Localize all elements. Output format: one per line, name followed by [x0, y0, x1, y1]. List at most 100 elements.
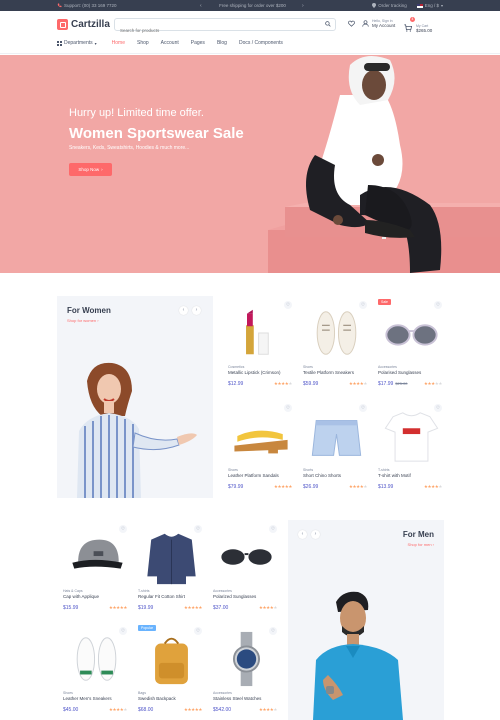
- departments-menu[interactable]: Departments ▾: [57, 40, 97, 46]
- product-category[interactable]: Accessories: [213, 589, 232, 593]
- product-name[interactable]: Regular Fit Cotton Shirt: [138, 594, 185, 599]
- star-rating: ★★★★★: [108, 707, 128, 712]
- men-prev-arrow[interactable]: ‹: [298, 530, 307, 539]
- product-image[interactable]: [378, 407, 445, 465]
- product-card[interactable]: ♡ Shorts Short Chino Shorts $26.99 ★★★★★: [303, 401, 370, 501]
- product-price-value: $79.99: [228, 484, 244, 490]
- product-name[interactable]: Polarized Sunglasses: [213, 594, 256, 599]
- logo[interactable]: Cartzilla: [57, 19, 110, 30]
- nav-item-shop[interactable]: Shop: [137, 40, 149, 46]
- product-old-price: $25.00: [395, 381, 408, 386]
- cart-menu[interactable]: 4 My Cart $265.00: [404, 17, 432, 37]
- product-category[interactable]: Cosmetics: [228, 365, 244, 369]
- product-price-value: $68.00: [138, 707, 154, 713]
- product-image[interactable]: [63, 630, 130, 688]
- support-info[interactable]: Support: (00) 33 169 7720: [57, 3, 117, 8]
- phone-icon: [57, 3, 62, 8]
- men-next-arrow[interactable]: ›: [311, 530, 320, 539]
- topbar: Support: (00) 33 169 7720 ‹ Free shippin…: [0, 0, 500, 11]
- star-rating: ★★★★★: [183, 707, 203, 712]
- product-price-value: $45.00: [63, 707, 79, 713]
- women-next-arrow[interactable]: ›: [192, 306, 201, 315]
- nav-item-pages[interactable]: Pages: [191, 40, 205, 46]
- product-price: $19.99: [138, 605, 153, 611]
- product-name[interactable]: Cap with Applique: [63, 594, 99, 599]
- product-name[interactable]: T-shirt with Motif: [378, 473, 411, 478]
- locale-label: Eng / $: [424, 3, 439, 8]
- product-price: $37.00: [213, 605, 228, 611]
- product-card[interactable]: ♡ Shoes Leather Platform Sandals $79.99 …: [228, 401, 295, 501]
- product-name[interactable]: Leather Platform Sandals: [228, 473, 279, 478]
- product-image[interactable]: [213, 630, 280, 688]
- heart-icon[interactable]: [348, 20, 355, 27]
- product-name[interactable]: Stainless Steel Watches: [213, 696, 261, 701]
- nav-item-home[interactable]: Home: [112, 40, 125, 46]
- shop-women-link[interactable]: Shop for women ›: [67, 318, 99, 323]
- account-menu[interactable]: Hello, Sign in My Account: [362, 19, 395, 28]
- product-card[interactable]: ♡ Cosmetics Metallic Lipstick (Crimson) …: [228, 298, 295, 398]
- product-category[interactable]: Shoes: [228, 468, 238, 472]
- shop-now-button[interactable]: Shop Now ›: [69, 163, 112, 176]
- product-category[interactable]: Shoes: [63, 691, 73, 695]
- product-name[interactable]: Leather Men's Sneakers: [63, 696, 112, 701]
- search-icon[interactable]: [325, 21, 331, 27]
- product-price-value: $26.99: [303, 484, 319, 490]
- product-price: $12.99: [228, 381, 243, 387]
- product-image[interactable]: [63, 528, 130, 586]
- product-name[interactable]: Short Chino Shorts: [303, 473, 341, 478]
- product-price: $45.00: [63, 707, 78, 713]
- grid-icon: [57, 40, 62, 46]
- product-card[interactable]: ♡ T-shirts T-shirt with Motif $13.99 ★★★…: [378, 401, 445, 501]
- women-prev-arrow[interactable]: ‹: [179, 306, 188, 315]
- chevron-right-icon[interactable]: ›: [302, 3, 304, 9]
- product-card[interactable]: Popular ♡ Bags Swedish Backpack $68.00 ★…: [138, 624, 205, 720]
- product-card[interactable]: ♡ Shoes Leather Men's Sneakers $45.00 ★★…: [63, 624, 130, 720]
- product-category[interactable]: Hats & Caps: [63, 589, 83, 593]
- chevron-down-icon: ▾: [94, 40, 97, 46]
- product-card[interactable]: Sale ♡ Accessories Polarised Sunglasses …: [378, 298, 445, 398]
- product-name[interactable]: Swedish Backpack: [138, 696, 176, 701]
- product-name[interactable]: Textile Platform Sneakers: [303, 370, 354, 375]
- product-card[interactable]: ♡ Accessories Polarized Sunglasses $37.0…: [213, 522, 280, 622]
- product-card[interactable]: ♡ Shoes Textile Platform Sneakers $59.99…: [303, 298, 370, 398]
- product-name[interactable]: Metallic Lipstick (Crimson): [228, 370, 281, 375]
- location-icon: [372, 3, 377, 8]
- product-image[interactable]: [378, 304, 445, 362]
- nav-item-docs[interactable]: Docs / Components: [239, 40, 283, 46]
- product-image[interactable]: [228, 407, 295, 465]
- women-panel: For Women Shop for women › ‹ ›: [57, 296, 213, 498]
- product-name[interactable]: Polarised Sunglasses: [378, 370, 421, 375]
- star-rating: ★★★★★: [348, 381, 368, 386]
- product-image[interactable]: [138, 528, 205, 586]
- product-category[interactable]: Accessories: [213, 691, 232, 695]
- product-category[interactable]: T-shirts: [378, 468, 389, 472]
- cart-logo-icon: [57, 19, 68, 30]
- product-category[interactable]: T-shirts: [138, 589, 149, 593]
- product-category[interactable]: Bags: [138, 691, 146, 695]
- product-image[interactable]: [303, 407, 370, 465]
- shop-women-label: Shop for women: [67, 318, 97, 323]
- order-tracking-link[interactable]: Order tracking: [372, 3, 407, 8]
- nav-item-blog[interactable]: Blog: [217, 40, 227, 46]
- locale-selector[interactable]: Eng / $ ▾: [416, 3, 443, 8]
- star-rating: ★★★★★: [273, 381, 293, 386]
- star-rating: ★★★★★: [258, 605, 278, 610]
- shop-now-label: Shop Now: [78, 167, 100, 172]
- search-input[interactable]: [120, 25, 320, 36]
- men-panel: For Men Shop for men › ‹ ›: [288, 520, 444, 720]
- product-card[interactable]: ♡ T-shirts Regular Fit Cotton Shirt $19.…: [138, 522, 205, 622]
- hero-image: [268, 56, 500, 273]
- product-category[interactable]: Accessories: [378, 365, 397, 369]
- product-image[interactable]: [138, 630, 205, 688]
- product-category[interactable]: Shoes: [303, 365, 313, 369]
- product-image[interactable]: [213, 528, 280, 586]
- product-card[interactable]: ♡ Hats & Caps Cap with Applique $15.99 ★…: [63, 522, 130, 622]
- hero-banner: Hurry up! Limited time offer. Women Spor…: [0, 55, 500, 273]
- nav-item-account[interactable]: Account: [161, 40, 179, 46]
- shop-men-link[interactable]: Shop for men ›: [408, 542, 434, 547]
- product-image[interactable]: [228, 304, 295, 362]
- product-category[interactable]: Shorts: [303, 468, 313, 472]
- product-card[interactable]: ♡ Accessories Stainless Steel Watches $5…: [213, 624, 280, 720]
- product-image[interactable]: [303, 304, 370, 362]
- product-price-value: $17.99: [378, 381, 394, 387]
